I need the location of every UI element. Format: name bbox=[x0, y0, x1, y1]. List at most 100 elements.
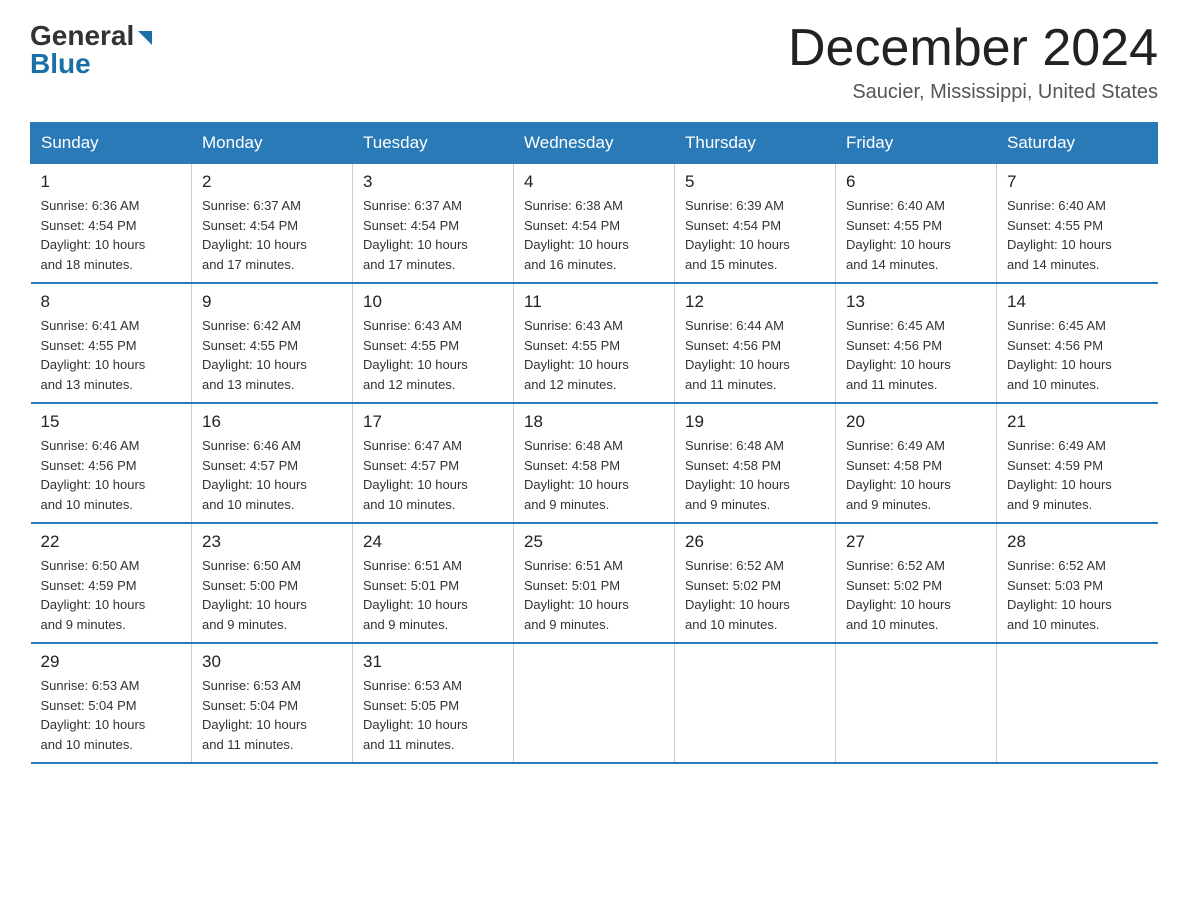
calendar-cell: 15Sunrise: 6:46 AM Sunset: 4:56 PM Dayli… bbox=[31, 403, 192, 523]
calendar-cell: 12 Sunrise: 6:44 AM Sunset: 4:56 PM Dayli… bbox=[675, 283, 836, 403]
weekday-header: Sunday bbox=[31, 123, 192, 164]
title-area: December 2024 Saucier, Mississippi, Unit… bbox=[788, 20, 1158, 104]
calendar-cell: 5 Sunrise: 6:39 AM Sunset: 4:54 PM Daylig… bbox=[675, 164, 836, 284]
calendar-cell: 24 Sunrise: 6:51 AM Sunset: 5:01 PM Dayli… bbox=[353, 523, 514, 643]
day-number: 4 bbox=[524, 172, 664, 192]
calendar-week-row: 22 Sunrise: 6:50 AM Sunset: 4:59 PM Dayli… bbox=[31, 523, 1158, 643]
calendar-cell: 26Sunrise: 6:52 AM Sunset: 5:02 PM Dayli… bbox=[675, 523, 836, 643]
calendar-cell: 3 Sunrise: 6:37 AM Sunset: 4:54 PM Daylig… bbox=[353, 164, 514, 284]
day-number: 31 bbox=[363, 652, 503, 672]
day-number: 26 bbox=[685, 532, 825, 552]
calendar-cell: 25 Sunrise: 6:51 AM Sunset: 5:01 PM Dayli… bbox=[514, 523, 675, 643]
calendar-cell: 1 Sunrise: 6:36 AM Sunset: 4:54 PM Daylig… bbox=[31, 164, 192, 284]
day-number: 24 bbox=[363, 532, 503, 552]
calendar-cell: 4 Sunrise: 6:38 AM Sunset: 4:54 PM Daylig… bbox=[514, 164, 675, 284]
day-number: 9 bbox=[202, 292, 342, 312]
calendar-cell: 18 Sunrise: 6:48 AM Sunset: 4:58 PM Dayli… bbox=[514, 403, 675, 523]
day-info: Sunrise: 6:43 AM Sunset: 4:55 PM Dayligh… bbox=[524, 316, 664, 394]
day-number: 17 bbox=[363, 412, 503, 432]
weekday-header: Monday bbox=[192, 123, 353, 164]
weekday-header: Wednesday bbox=[514, 123, 675, 164]
day-number: 20 bbox=[846, 412, 986, 432]
day-info: Sunrise: 6:49 AM Sunset: 4:58 PM Dayligh… bbox=[846, 436, 986, 514]
day-info: Sunrise: 6:37 AM Sunset: 4:54 PM Dayligh… bbox=[363, 196, 503, 274]
calendar-cell: 31 Sunrise: 6:53 AM Sunset: 5:05 PM Dayli… bbox=[353, 643, 514, 763]
day-number: 16 bbox=[202, 412, 342, 432]
location-subtitle: Saucier, Mississippi, United States bbox=[788, 81, 1158, 104]
logo-arrow-icon bbox=[138, 31, 152, 45]
day-number: 1 bbox=[41, 172, 182, 192]
day-info: Sunrise: 6:40 AM Sunset: 4:55 PM Dayligh… bbox=[846, 196, 986, 274]
calendar-cell bbox=[836, 643, 997, 763]
calendar-cell: 14Sunrise: 6:45 AM Sunset: 4:56 PM Dayli… bbox=[997, 283, 1158, 403]
day-info: Sunrise: 6:51 AM Sunset: 5:01 PM Dayligh… bbox=[524, 556, 664, 634]
day-info: Sunrise: 6:38 AM Sunset: 4:54 PM Dayligh… bbox=[524, 196, 664, 274]
logo-blue-text: Blue bbox=[30, 48, 91, 80]
day-info: Sunrise: 6:53 AM Sunset: 5:05 PM Dayligh… bbox=[363, 676, 503, 754]
day-info: Sunrise: 6:39 AM Sunset: 4:54 PM Dayligh… bbox=[685, 196, 825, 274]
calendar-table: SundayMondayTuesdayWednesdayThursdayFrid… bbox=[30, 122, 1158, 764]
day-number: 18 bbox=[524, 412, 664, 432]
calendar-cell: 13Sunrise: 6:45 AM Sunset: 4:56 PM Dayli… bbox=[836, 283, 997, 403]
calendar-cell: 20 Sunrise: 6:49 AM Sunset: 4:58 PM Dayli… bbox=[836, 403, 997, 523]
logo: General Blue bbox=[30, 20, 152, 80]
calendar-week-row: 29 Sunrise: 6:53 AM Sunset: 5:04 PM Dayli… bbox=[31, 643, 1158, 763]
day-info: Sunrise: 6:51 AM Sunset: 5:01 PM Dayligh… bbox=[363, 556, 503, 634]
calendar-cell: 17 Sunrise: 6:47 AM Sunset: 4:57 PM Dayli… bbox=[353, 403, 514, 523]
day-number: 6 bbox=[846, 172, 986, 192]
day-number: 29 bbox=[41, 652, 182, 672]
calendar-cell bbox=[997, 643, 1158, 763]
day-number: 28 bbox=[1007, 532, 1148, 552]
calendar-cell: 10Sunrise: 6:43 AM Sunset: 4:55 PM Dayli… bbox=[353, 283, 514, 403]
weekday-header-row: SundayMondayTuesdayWednesdayThursdayFrid… bbox=[31, 123, 1158, 164]
calendar-cell: 19Sunrise: 6:48 AM Sunset: 4:58 PM Dayli… bbox=[675, 403, 836, 523]
day-number: 12 bbox=[685, 292, 825, 312]
day-number: 10 bbox=[363, 292, 503, 312]
weekday-header: Friday bbox=[836, 123, 997, 164]
calendar-cell: 22 Sunrise: 6:50 AM Sunset: 4:59 PM Dayli… bbox=[31, 523, 192, 643]
weekday-header: Saturday bbox=[997, 123, 1158, 164]
day-info: Sunrise: 6:44 AM Sunset: 4:56 PM Dayligh… bbox=[685, 316, 825, 394]
month-title: December 2024 bbox=[788, 20, 1158, 77]
weekday-header: Tuesday bbox=[353, 123, 514, 164]
day-number: 5 bbox=[685, 172, 825, 192]
day-number: 25 bbox=[524, 532, 664, 552]
day-info: Sunrise: 6:42 AM Sunset: 4:55 PM Dayligh… bbox=[202, 316, 342, 394]
day-number: 22 bbox=[41, 532, 182, 552]
day-info: Sunrise: 6:50 AM Sunset: 4:59 PM Dayligh… bbox=[41, 556, 182, 634]
day-info: Sunrise: 6:45 AM Sunset: 4:56 PM Dayligh… bbox=[1007, 316, 1148, 394]
weekday-header: Thursday bbox=[675, 123, 836, 164]
calendar-cell: 6 Sunrise: 6:40 AM Sunset: 4:55 PM Daylig… bbox=[836, 164, 997, 284]
calendar-cell: 28 Sunrise: 6:52 AM Sunset: 5:03 PM Dayli… bbox=[997, 523, 1158, 643]
day-info: Sunrise: 6:53 AM Sunset: 5:04 PM Dayligh… bbox=[202, 676, 342, 754]
day-number: 23 bbox=[202, 532, 342, 552]
calendar-week-row: 1 Sunrise: 6:36 AM Sunset: 4:54 PM Daylig… bbox=[31, 164, 1158, 284]
day-number: 8 bbox=[41, 292, 182, 312]
calendar-cell: 21 Sunrise: 6:49 AM Sunset: 4:59 PM Dayli… bbox=[997, 403, 1158, 523]
calendar-cell: 11Sunrise: 6:43 AM Sunset: 4:55 PM Dayli… bbox=[514, 283, 675, 403]
day-info: Sunrise: 6:46 AM Sunset: 4:57 PM Dayligh… bbox=[202, 436, 342, 514]
day-number: 7 bbox=[1007, 172, 1148, 192]
day-info: Sunrise: 6:52 AM Sunset: 5:02 PM Dayligh… bbox=[846, 556, 986, 634]
day-info: Sunrise: 6:41 AM Sunset: 4:55 PM Dayligh… bbox=[41, 316, 182, 394]
calendar-cell: 29Sunrise: 6:53 AM Sunset: 5:04 PM Dayli… bbox=[31, 643, 192, 763]
day-info: Sunrise: 6:50 AM Sunset: 5:00 PM Dayligh… bbox=[202, 556, 342, 634]
calendar-cell bbox=[675, 643, 836, 763]
day-info: Sunrise: 6:52 AM Sunset: 5:03 PM Dayligh… bbox=[1007, 556, 1148, 634]
day-info: Sunrise: 6:49 AM Sunset: 4:59 PM Dayligh… bbox=[1007, 436, 1148, 514]
calendar-cell: 16 Sunrise: 6:46 AM Sunset: 4:57 PM Dayli… bbox=[192, 403, 353, 523]
day-info: Sunrise: 6:37 AM Sunset: 4:54 PM Dayligh… bbox=[202, 196, 342, 274]
day-info: Sunrise: 6:36 AM Sunset: 4:54 PM Dayligh… bbox=[41, 196, 182, 274]
day-info: Sunrise: 6:40 AM Sunset: 4:55 PM Dayligh… bbox=[1007, 196, 1148, 274]
calendar-cell: 27Sunrise: 6:52 AM Sunset: 5:02 PM Dayli… bbox=[836, 523, 997, 643]
calendar-cell: 8 Sunrise: 6:41 AM Sunset: 4:55 PM Daylig… bbox=[31, 283, 192, 403]
day-number: 21 bbox=[1007, 412, 1148, 432]
day-number: 3 bbox=[363, 172, 503, 192]
day-number: 2 bbox=[202, 172, 342, 192]
day-info: Sunrise: 6:48 AM Sunset: 4:58 PM Dayligh… bbox=[685, 436, 825, 514]
calendar-cell: 7 Sunrise: 6:40 AM Sunset: 4:55 PM Daylig… bbox=[997, 164, 1158, 284]
calendar-week-row: 8 Sunrise: 6:41 AM Sunset: 4:55 PM Daylig… bbox=[31, 283, 1158, 403]
day-info: Sunrise: 6:48 AM Sunset: 4:58 PM Dayligh… bbox=[524, 436, 664, 514]
day-info: Sunrise: 6:47 AM Sunset: 4:57 PM Dayligh… bbox=[363, 436, 503, 514]
calendar-cell bbox=[514, 643, 675, 763]
